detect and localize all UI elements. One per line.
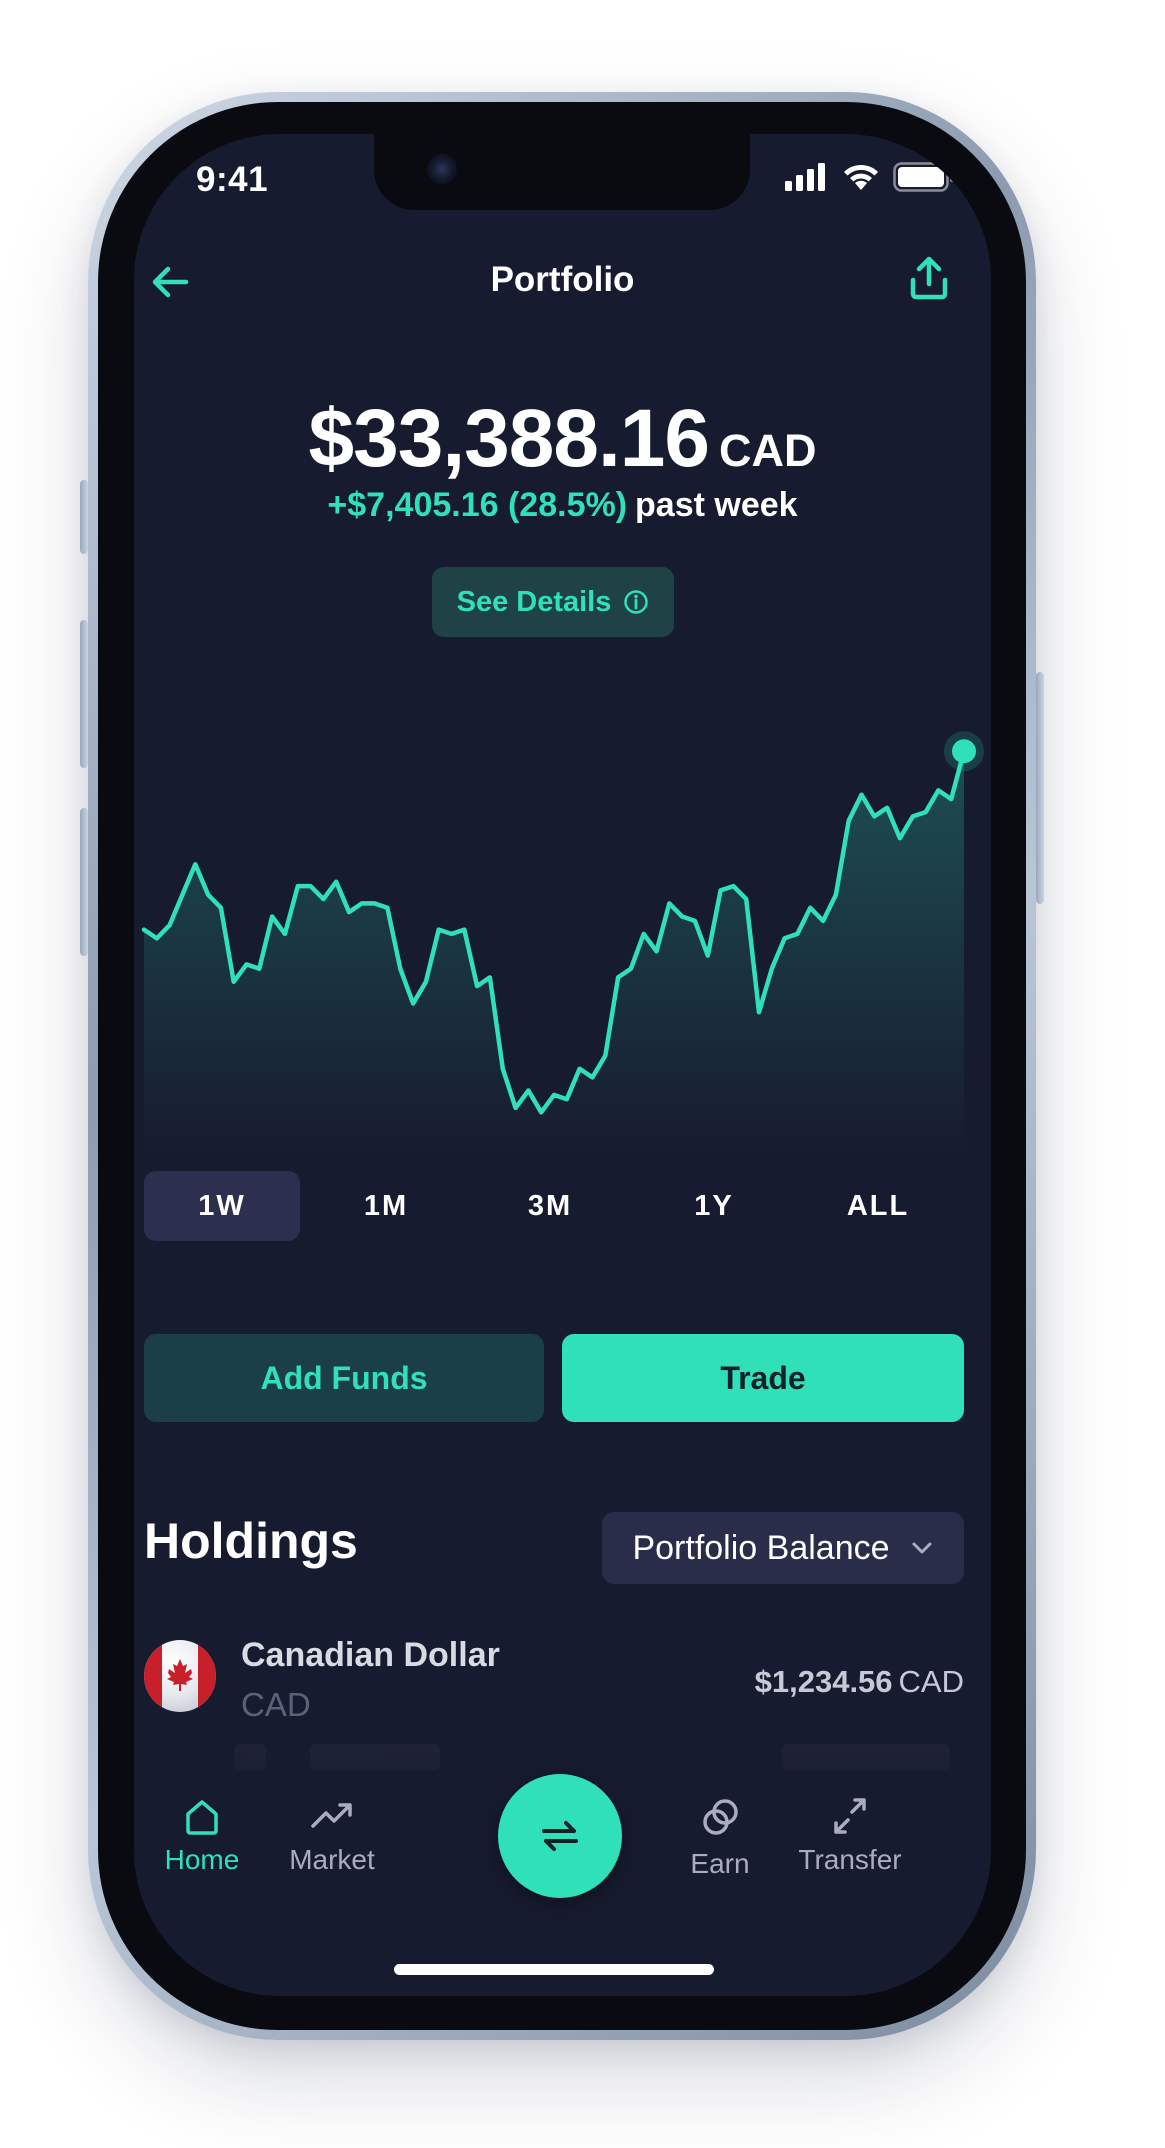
signal-icon xyxy=(785,163,825,191)
portfolio-chart[interactable] xyxy=(134,654,991,1154)
transfer-arrows-icon xyxy=(834,1798,866,1834)
tab-1y[interactable]: 1Y xyxy=(636,1171,792,1241)
portfolio-balance: $33,388.16 CAD xyxy=(134,392,991,486)
add-funds-button[interactable]: Add Funds xyxy=(144,1334,544,1422)
info-icon xyxy=(624,590,649,614)
tab-market-label: Market xyxy=(289,1844,375,1875)
tab-earn[interactable]: Earn xyxy=(650,1796,790,1880)
holding-code: CAD xyxy=(241,1686,311,1723)
page-title: Portfolio xyxy=(490,260,635,299)
sort-dropdown[interactable]: Portfolio Balance xyxy=(602,1512,964,1584)
canada-flag-icon xyxy=(144,1640,216,1712)
trade-button[interactable]: Trade xyxy=(562,1334,964,1422)
action-buttons: Add Funds Trade xyxy=(144,1334,964,1422)
see-details-label: See Details xyxy=(456,585,612,618)
change-value: +$7,405.16 (28.5%) xyxy=(327,486,628,524)
see-details-button[interactable]: See Details xyxy=(432,567,674,637)
earn-icon xyxy=(703,1799,738,1835)
swap-icon xyxy=(542,1821,578,1851)
holdings-title: Holdings xyxy=(144,1513,358,1569)
wifi-icon xyxy=(844,164,878,190)
period-tabs: 1W 1M 3M 1Y ALL xyxy=(144,1171,964,1241)
tab-home-label: Home xyxy=(164,1844,240,1875)
status-time: 9:41 xyxy=(196,160,269,199)
share-icon[interactable] xyxy=(905,254,953,302)
volume-up-button xyxy=(80,620,88,768)
chevron-down-icon xyxy=(912,1542,932,1554)
tab-all[interactable]: ALL xyxy=(800,1171,956,1241)
mute-switch xyxy=(80,480,88,554)
chart-last-point xyxy=(952,739,976,764)
balance-change: +$7,405.16 (28.5%) past week xyxy=(134,486,991,525)
battery-icon xyxy=(893,162,954,192)
tab-1w[interactable]: 1W xyxy=(144,1171,300,1241)
swap-button[interactable] xyxy=(498,1774,622,1898)
tab-earn-label: Earn xyxy=(690,1848,750,1879)
balance-amount: $33,388.16 xyxy=(308,393,710,484)
tab-3m[interactable]: 3M xyxy=(472,1171,628,1241)
status-icons xyxy=(785,162,955,192)
volume-down-button xyxy=(80,808,88,956)
tab-market[interactable]: Market xyxy=(262,1796,402,1876)
home-indicator xyxy=(394,1964,714,1975)
camera-icon xyxy=(427,154,457,184)
header: Portfolio xyxy=(134,252,991,312)
holding-amount-currency: CAD xyxy=(898,1664,964,1699)
trending-up-icon xyxy=(311,1803,352,1828)
change-period: past week xyxy=(635,486,798,524)
holding-name: Canadian Dollar xyxy=(241,1636,500,1674)
notch xyxy=(374,134,750,210)
tab-transfer[interactable]: Transfer xyxy=(780,1796,920,1876)
power-button xyxy=(1036,672,1044,904)
holding-amount: $1,234.56 CAD xyxy=(755,1664,964,1700)
home-icon xyxy=(186,1800,218,1835)
bottom-tab-bar: Home Market Earn Transfer xyxy=(134,1774,991,1994)
tab-home[interactable]: Home xyxy=(134,1796,272,1876)
sort-dropdown-label: Portfolio Balance xyxy=(632,1528,890,1567)
tab-transfer-label: Transfer xyxy=(798,1844,902,1875)
holding-amount-value: $1,234.56 xyxy=(754,1664,893,1699)
balance-currency: CAD xyxy=(718,425,817,476)
holding-row[interactable]: Canadian Dollar CAD $1,234.56 CAD xyxy=(144,1630,964,1730)
tab-1m[interactable]: 1M xyxy=(308,1171,464,1241)
app-screen: 9:41 Portfolio $33,388.16 CAD +$7,405.16… xyxy=(134,134,991,1996)
